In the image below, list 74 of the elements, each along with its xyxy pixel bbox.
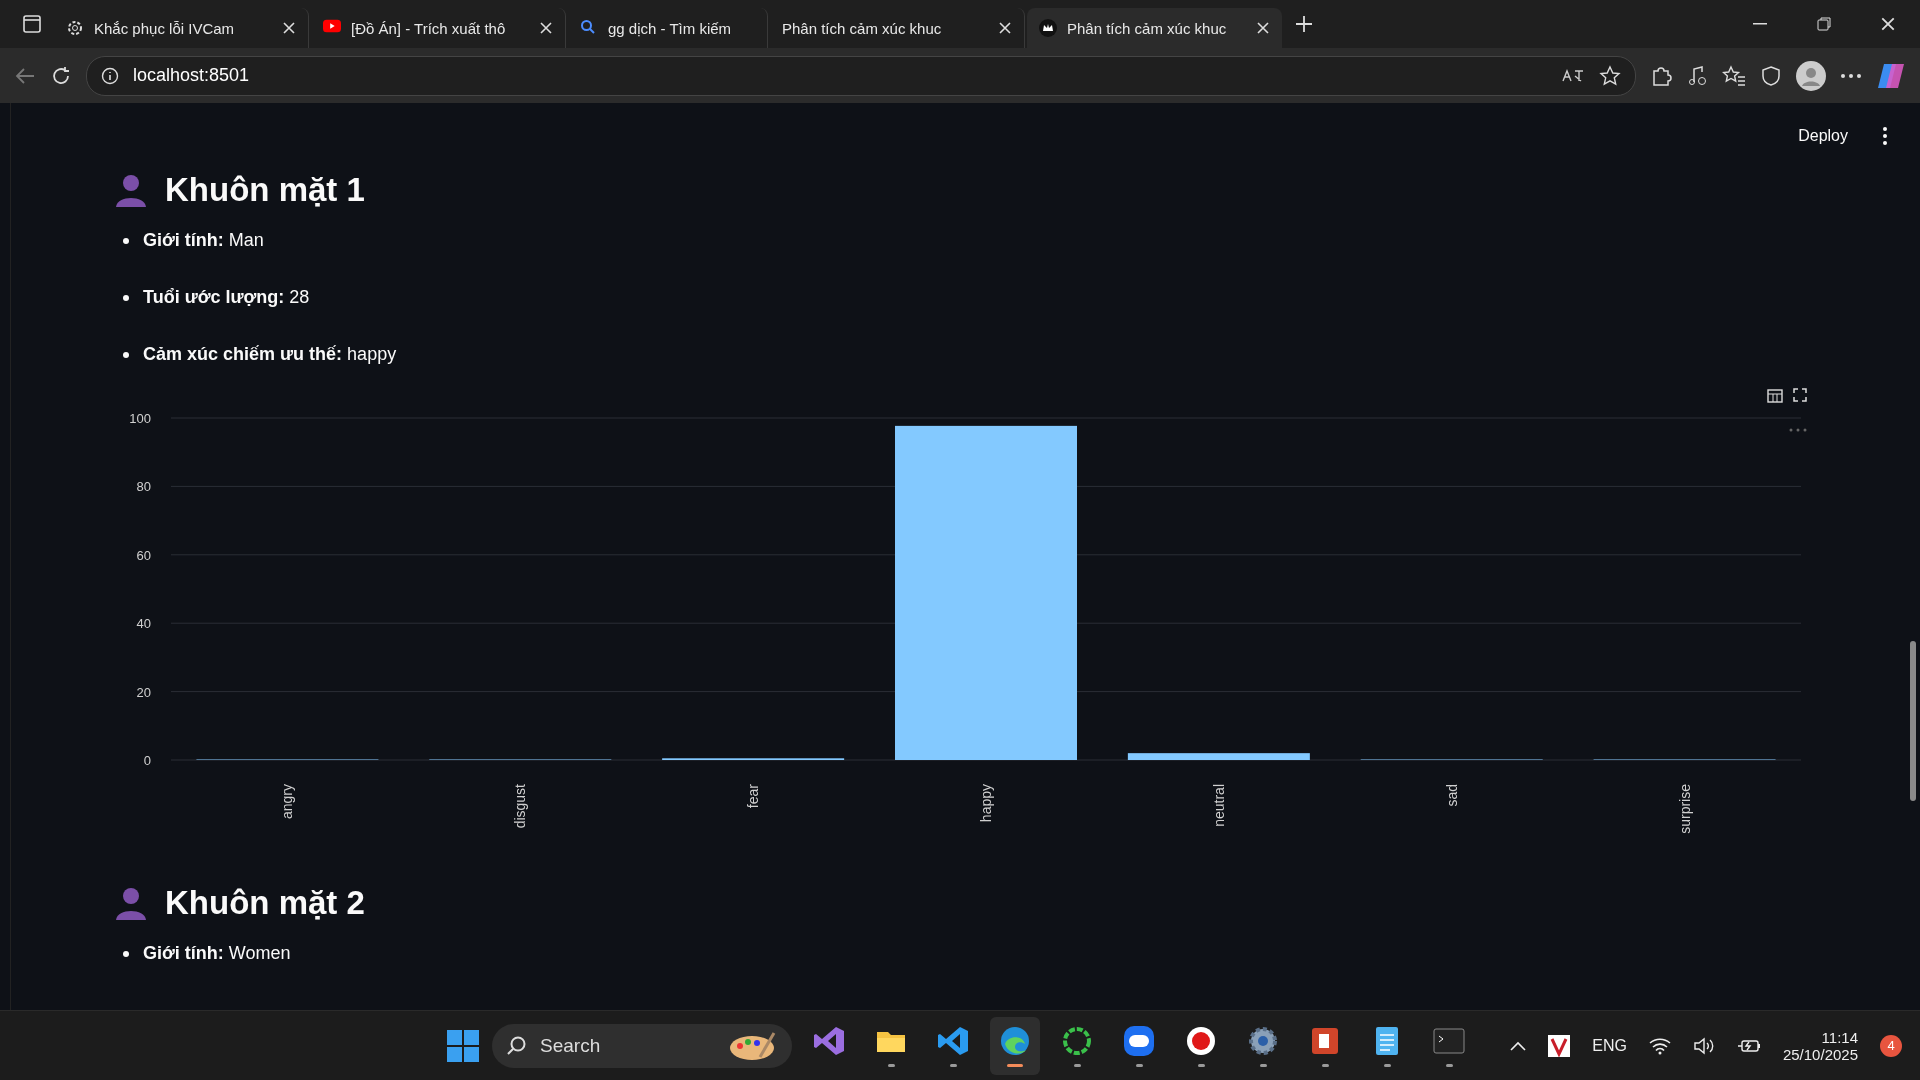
restore-icon[interactable] [1817, 17, 1831, 31]
axis-category-label: happy [978, 784, 994, 823]
axis-tick-label: 20 [136, 684, 151, 700]
axis-category-label: surprise [1676, 784, 1693, 834]
axis-category-label: angry [279, 784, 296, 820]
battery-icon[interactable] [1736, 1037, 1761, 1054]
notification-badge[interactable]: 4 [1880, 1034, 1902, 1057]
browser-tab[interactable]: Phân tích cảm xúc khuc [1027, 8, 1282, 48]
axis-category-label: fear [745, 784, 762, 809]
ring-icon[interactable] [1060, 1024, 1094, 1058]
axis-category-label: sad [1443, 784, 1460, 807]
bullet [123, 237, 129, 244]
code-editor-icon[interactable] [936, 1024, 970, 1058]
language-indicator[interactable]: ENG [1592, 1036, 1627, 1055]
table-icon[interactable] [1767, 388, 1783, 404]
close-icon[interactable] [1880, 16, 1896, 32]
fact-text: Tuổi ước lượng: 28 [143, 287, 310, 308]
axis-tick-label: 40 [136, 616, 151, 632]
scrollbar-thumb[interactable] [1910, 641, 1916, 801]
settings-icon[interactable] [1246, 1024, 1280, 1058]
speaker-icon[interactable] [1692, 1036, 1715, 1055]
info-icon [101, 66, 119, 85]
axis-tick-label: 100 [129, 411, 151, 426]
new-tab-icon[interactable] [1294, 14, 1314, 34]
minimize-icon[interactable] [1753, 23, 1767, 25]
fact-text: Giới tính: Man [143, 230, 264, 251]
taskbar-search-field[interactable]: Search [492, 1023, 792, 1068]
windows-start-icon[interactable] [446, 1028, 480, 1063]
avatar-icon[interactable] [1796, 60, 1826, 91]
chevron-up-icon[interactable] [1510, 1040, 1527, 1051]
axis-category-label: disgust [512, 784, 529, 829]
bullet [123, 351, 129, 358]
address-bar[interactable]: localhost:8501 [86, 55, 1636, 96]
close-icon[interactable] [998, 21, 1012, 35]
close-icon[interactable] [539, 21, 553, 35]
bullet [123, 294, 129, 301]
crown-icon [1039, 19, 1057, 37]
fullscreen-icon[interactable] [1793, 388, 1807, 402]
puzzle-icon[interactable] [1650, 64, 1672, 87]
v-logo-icon[interactable] [1548, 1034, 1571, 1057]
shield-icon[interactable] [1760, 64, 1782, 87]
wifi-icon[interactable] [1648, 1036, 1671, 1055]
section-heading: Khuôn mặt 2 [165, 884, 365, 922]
close-icon[interactable] [282, 21, 296, 35]
search-icon [506, 1034, 528, 1057]
play-icon [323, 19, 341, 33]
fact-text: Cảm xúc chiếm ưu thế: happy [143, 344, 397, 365]
more-icon[interactable] [1840, 72, 1862, 79]
url-text: localhost:8501 [133, 65, 251, 86]
star-icon[interactable] [1599, 64, 1621, 87]
taskbar-app[interactable] [990, 1016, 1040, 1075]
person-icon [115, 886, 147, 920]
axis-tick-label: 80 [136, 479, 151, 495]
close-icon[interactable] [1256, 21, 1270, 35]
browser-icon[interactable] [998, 1024, 1032, 1058]
clock[interactable]: 11:14 25/10/2025 [1782, 1028, 1858, 1063]
refresh-icon[interactable] [50, 64, 72, 87]
more-vertical-icon[interactable] [1882, 126, 1888, 146]
gear-icon [66, 19, 84, 37]
person-icon [115, 173, 147, 207]
tab-actions-icon[interactable] [23, 15, 41, 33]
music-note-icon[interactable] [1686, 64, 1708, 87]
axis-tick-label: 60 [136, 547, 151, 563]
favorites-icon[interactable] [1722, 64, 1746, 87]
record-icon[interactable] [1184, 1024, 1218, 1058]
axis-category-label: neutral [1210, 784, 1227, 827]
deploy-button[interactable]: Deploy [1792, 123, 1854, 149]
bullet [123, 950, 129, 957]
search-icon [580, 19, 596, 35]
section-heading: Khuôn mặt 1 [165, 171, 365, 209]
fact-text: Giới tính: Women [143, 943, 291, 964]
visual-studio-icon[interactable] [812, 1024, 846, 1058]
chat-app-icon[interactable] [1122, 1024, 1156, 1058]
axis-tick-label: 0 [143, 753, 151, 768]
